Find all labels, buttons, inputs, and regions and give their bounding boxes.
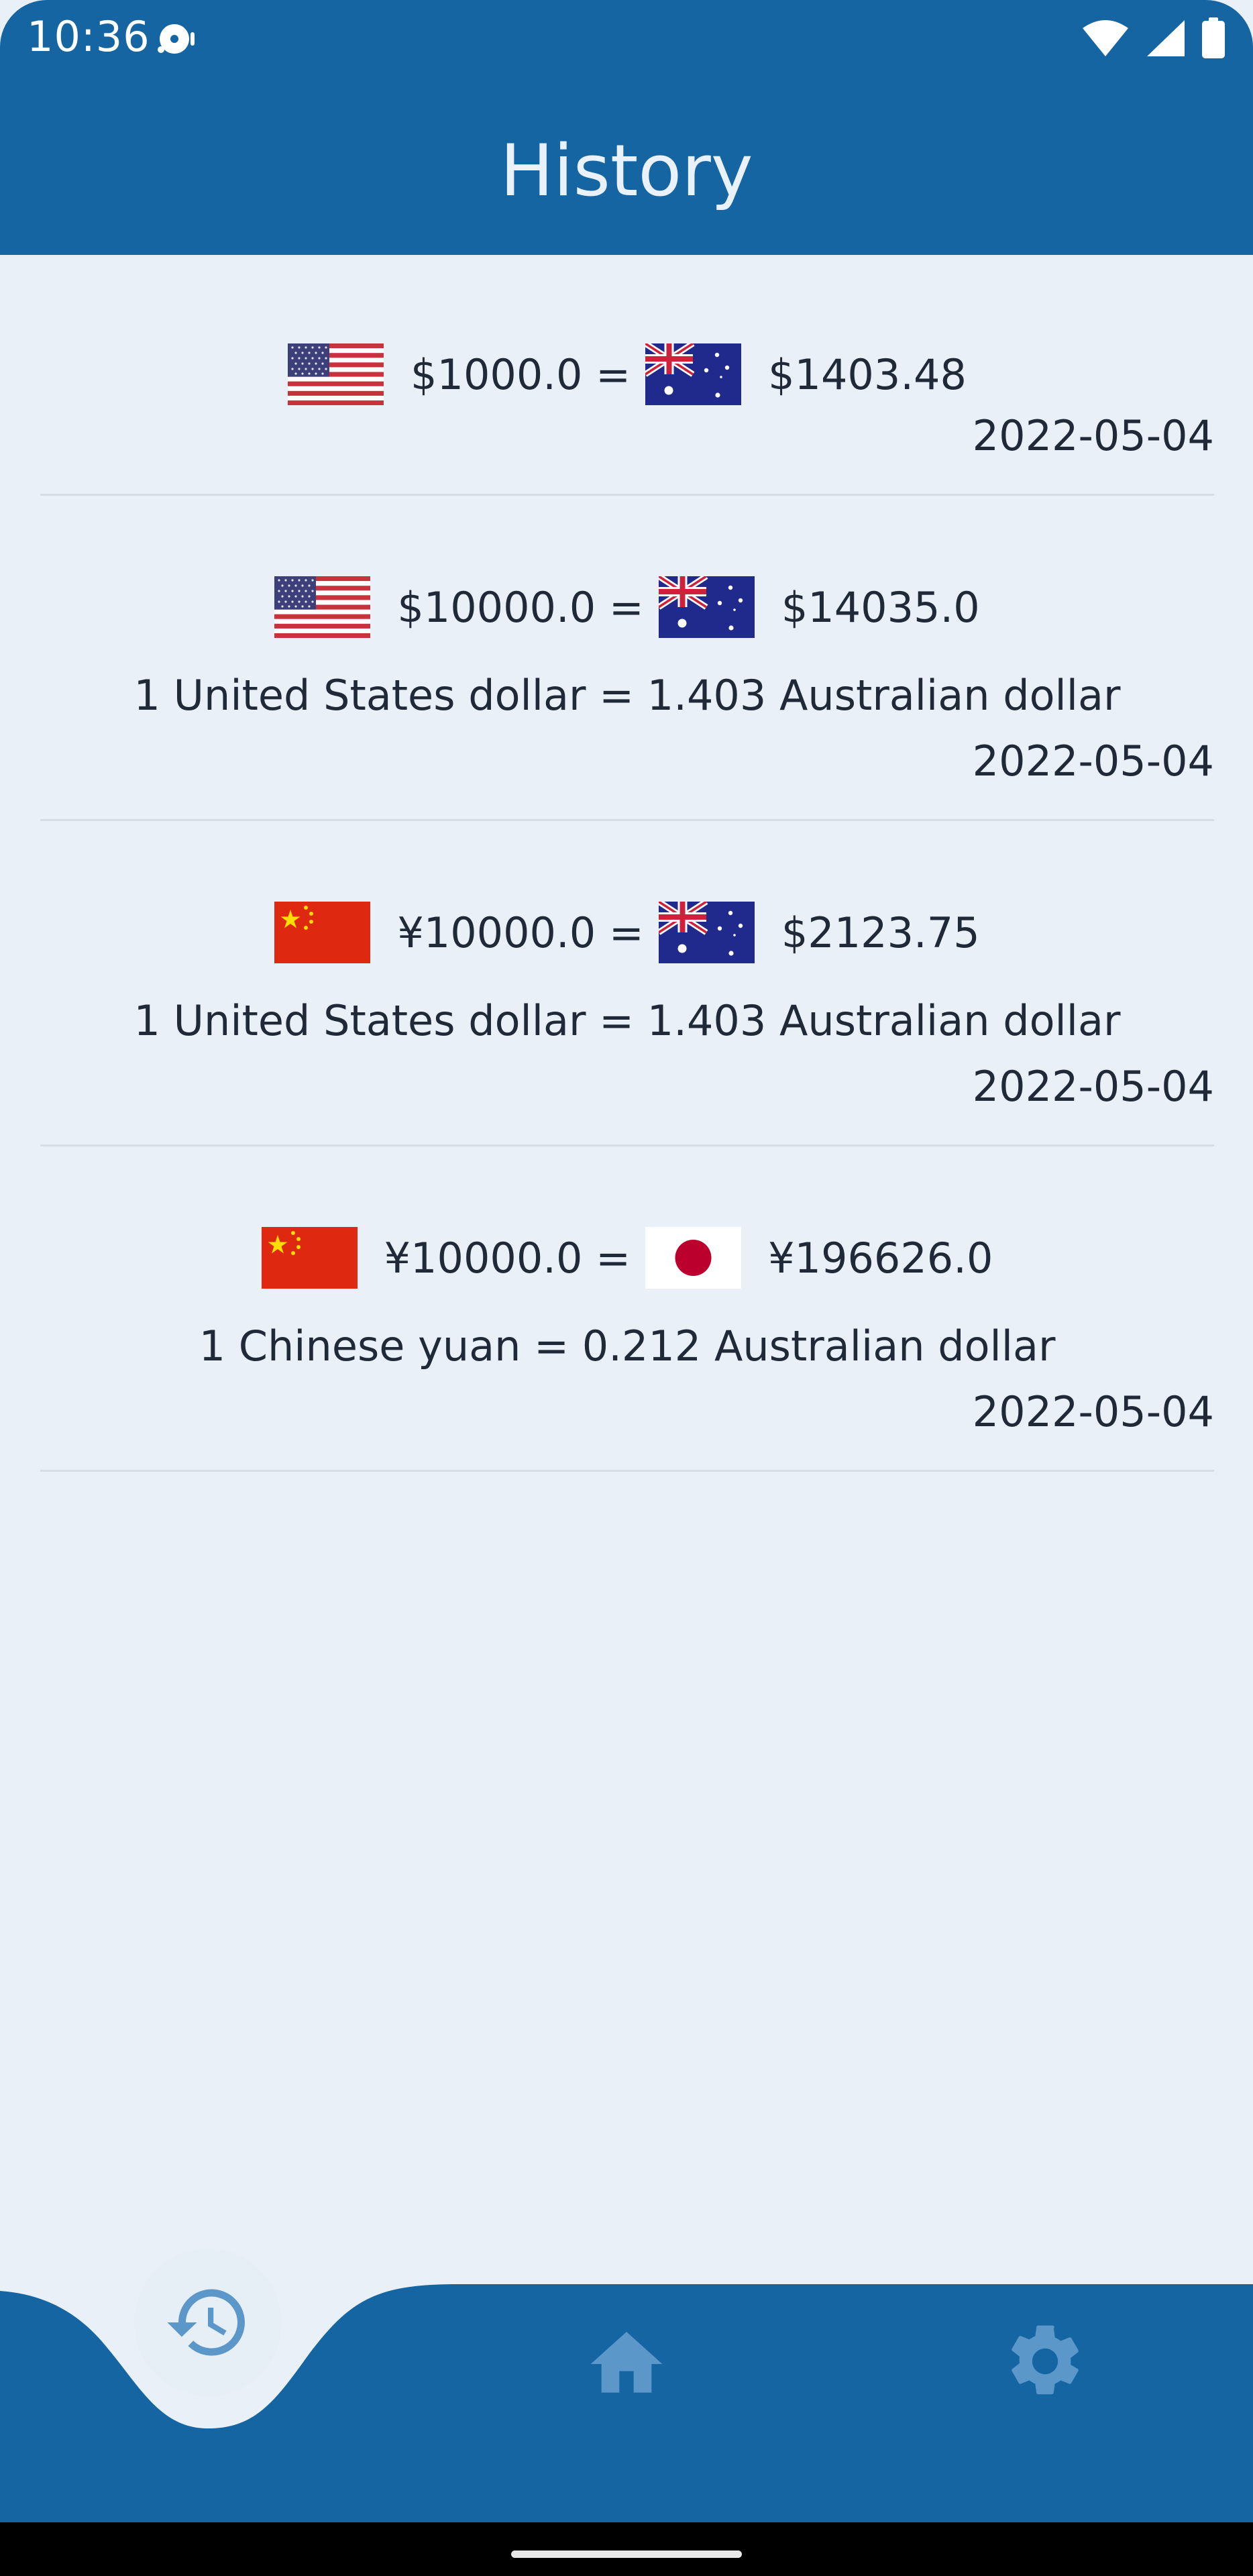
history-entry[interactable]: ¥10000.0 = ¥196626.0 1 Chinese yuan = 0.… — [40, 1146, 1214, 1472]
gesture-handle[interactable] — [511, 2551, 742, 2558]
system-navigation-bar — [0, 2522, 1253, 2576]
status-bar: 10:36 — [0, 0, 1253, 74]
conversion-date: 2022-05-04 — [972, 411, 1214, 460]
exchange-rate: 1 Chinese yuan = 0.212 Australian dollar — [199, 1322, 1056, 1371]
conversion-date: 2022-05-04 — [972, 1387, 1214, 1436]
nav-settings-button[interactable] — [1002, 2318, 1088, 2404]
to-amount: $2123.75 — [781, 908, 980, 957]
to-amount: $14035.0 — [781, 582, 980, 632]
settings-icon — [1012, 2325, 1079, 2395]
history-entry[interactable]: ¥10000.0 = $2123.75 1 United States doll… — [40, 821, 1214, 1146]
au-flag-icon — [659, 902, 755, 963]
home-icon — [590, 2332, 663, 2393]
nav-home-button[interactable] — [584, 2321, 669, 2407]
cn-flag-icon — [262, 1227, 358, 1289]
from-amount: $10000.0 = — [397, 582, 644, 632]
bottom-navigation — [0, 2247, 1253, 2522]
from-amount: ¥10000.0 = — [384, 1233, 631, 1283]
conversion-row: $10000.0 = $14035.0 — [40, 576, 1214, 638]
conversion-date: 2022-05-04 — [972, 737, 1214, 786]
status-time: 10:36 — [27, 12, 150, 61]
from-amount: $1000.0 = — [411, 350, 631, 399]
history-icon — [167, 2289, 245, 2356]
au-flag-icon — [659, 576, 755, 638]
to-amount: ¥196626.0 — [768, 1233, 993, 1283]
cn-flag-icon — [274, 902, 370, 963]
history-list[interactable]: $1000.0 = $1403.48 2022-05-04 $10000.0 =… — [40, 255, 1214, 1472]
jp-flag-icon — [645, 1227, 741, 1289]
conversion-row: $1000.0 = $1403.48 — [40, 343, 1214, 405]
history-entry[interactable]: $10000.0 = $14035.0 1 United States doll… — [40, 496, 1214, 821]
app-bar: History — [0, 74, 1253, 255]
page-title: History — [500, 129, 753, 212]
signal-icon — [1144, 19, 1186, 58]
exchange-rate: 1 United States dollar = 1.403 Australia… — [133, 996, 1121, 1045]
exchange-rate: 1 United States dollar = 1.403 Australia… — [133, 671, 1121, 720]
conversion-date: 2022-05-04 — [972, 1062, 1214, 1111]
media-notification-icon — [156, 19, 203, 59]
conversion-row: ¥10000.0 = $2123.75 — [40, 902, 1214, 963]
us-flag-icon — [288, 343, 384, 405]
nav-history-button[interactable] — [134, 2249, 282, 2396]
battery-icon — [1201, 17, 1226, 59]
to-amount: $1403.48 — [768, 350, 967, 399]
wifi-icon — [1081, 19, 1130, 58]
history-entry[interactable]: $1000.0 = $1403.48 2022-05-04 — [40, 255, 1214, 496]
us-flag-icon — [274, 576, 370, 638]
au-flag-icon — [645, 343, 741, 405]
status-icons — [1081, 15, 1226, 62]
from-amount: ¥10000.0 = — [397, 908, 644, 957]
conversion-row: ¥10000.0 = ¥196626.0 — [40, 1227, 1214, 1289]
